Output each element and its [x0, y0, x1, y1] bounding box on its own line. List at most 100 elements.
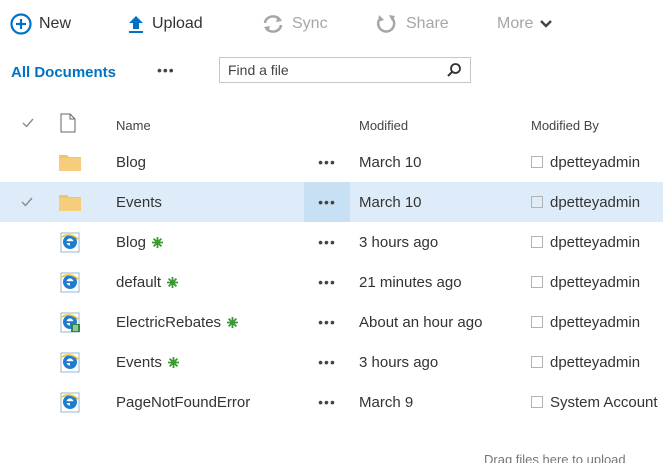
item-ellipsis-button[interactable]: •••: [304, 182, 350, 222]
presence-indicator: [531, 156, 543, 168]
item-ellipsis-button[interactable]: •••: [304, 142, 350, 182]
file-name: PageNotFoundError: [116, 393, 251, 411]
plus-circle-icon: [10, 13, 32, 35]
file-name-link[interactable]: Blog: [116, 222, 164, 262]
select-all-checkmark[interactable]: [21, 116, 35, 133]
presence-indicator: [531, 396, 543, 408]
chevron-down-icon: [539, 19, 553, 29]
share-icon: [373, 13, 399, 35]
row-select-checkmark[interactable]: [20, 222, 40, 262]
file-name-link[interactable]: Events: [116, 182, 162, 222]
file-name-link[interactable]: default: [116, 262, 179, 302]
item-ellipsis-button[interactable]: •••: [304, 302, 350, 342]
table-row[interactable]: default ••• 21 minutes ago dpetteyadmin: [0, 262, 663, 302]
row-select-checkmark[interactable]: [20, 142, 40, 182]
modified-by-user[interactable]: dpetteyadmin: [550, 234, 640, 251]
upload-button[interactable]: Upload: [127, 10, 203, 38]
presence-indicator: [531, 316, 543, 328]
view-options-ellipsis[interactable]: •••: [157, 62, 175, 78]
modified-date: 3 hours ago: [359, 353, 439, 371]
modified-date: March 10: [359, 153, 422, 171]
search-box: [219, 57, 471, 83]
file-name: Events: [116, 193, 162, 211]
search-input[interactable]: [220, 58, 448, 82]
file-name: Blog: [116, 233, 147, 251]
modified-date: 3 hours ago: [359, 233, 439, 251]
presence-indicator: [531, 276, 543, 288]
ie-page-icon: [59, 342, 83, 382]
upload-button-label: Upload: [152, 15, 203, 32]
modified-by-cell: dpetteyadmin: [531, 262, 663, 302]
search-icon[interactable]: [446, 62, 462, 83]
sync-button[interactable]: Sync: [261, 10, 328, 38]
modified-by-user[interactable]: dpetteyadmin: [550, 354, 640, 371]
drag-drop-hint: Drag files here to upload: [484, 452, 626, 463]
modified-by-cell: dpetteyadmin: [531, 182, 663, 222]
row-select-checkmark[interactable]: [20, 342, 40, 382]
file-name-link[interactable]: Events: [116, 342, 179, 382]
modified-date: March 10: [359, 193, 422, 211]
folder-icon: [59, 142, 83, 182]
item-ellipsis-button[interactable]: •••: [304, 342, 350, 382]
row-select-checkmark[interactable]: [20, 182, 40, 222]
table-row[interactable]: Events ••• 3 hours ago dpetteyadmin: [0, 342, 663, 382]
new-item-icon: [167, 356, 179, 368]
presence-indicator: [531, 196, 543, 208]
column-header-name[interactable]: Name: [116, 118, 151, 133]
share-button-label: Share: [406, 15, 449, 32]
column-header-modified[interactable]: Modified: [359, 118, 408, 133]
table-header: Name Modified Modified By: [0, 108, 663, 142]
table-row[interactable]: Events ••• March 10 dpetteyadmin: [0, 182, 663, 222]
row-select-checkmark[interactable]: [20, 262, 40, 302]
item-ellipsis-button[interactable]: •••: [304, 382, 350, 422]
modified-by-user[interactable]: dpetteyadmin: [550, 154, 640, 171]
file-name: Events: [116, 353, 162, 371]
table-row[interactable]: PageNotFoundError ••• March 9 System Accoun…: [0, 382, 663, 422]
new-button[interactable]: New: [10, 10, 71, 38]
modified-by-user[interactable]: dpetteyadmin: [550, 314, 640, 331]
sync-icon: [261, 14, 285, 34]
document-library: New Upload Sync Share More All Documents…: [0, 0, 663, 463]
new-item-icon: [167, 276, 179, 288]
new-button-label: New: [39, 15, 72, 32]
view-selector-all-documents[interactable]: All Documents: [11, 64, 116, 81]
presence-indicator: [531, 356, 543, 368]
modified-by-cell: dpetteyadmin: [531, 302, 663, 342]
modified-by-user[interactable]: dpetteyadmin: [550, 194, 640, 211]
ie-page-icon: [59, 262, 83, 302]
file-name-link[interactable]: Blog: [116, 142, 146, 182]
column-header-modified-by[interactable]: Modified By: [531, 118, 599, 133]
command-bar: New Upload Sync Share More: [0, 0, 663, 52]
file-name: ElectricRebates: [116, 313, 222, 331]
modified-by-user[interactable]: System Account: [550, 394, 658, 411]
modified-date: 21 minutes ago: [359, 273, 462, 291]
view-bar: All Documents •••: [0, 56, 663, 88]
row-select-checkmark[interactable]: [20, 382, 40, 422]
file-name-link[interactable]: ElectricRebates: [116, 302, 239, 342]
new-item-icon: [227, 316, 239, 328]
table-row[interactable]: Blog ••• March 10 dpetteyadmin: [0, 142, 663, 182]
new-item-icon: [152, 236, 164, 248]
modified-by-cell: dpetteyadmin: [531, 342, 663, 382]
modified-by-user[interactable]: dpetteyadmin: [550, 274, 640, 291]
upload-arrow-icon: [127, 14, 145, 34]
sync-button-label: Sync: [292, 15, 328, 32]
file-name: Blog: [116, 153, 147, 171]
row-select-checkmark[interactable]: [20, 302, 40, 342]
modified-by-cell: dpetteyadmin: [531, 222, 663, 262]
modified-by-cell: System Account: [531, 382, 663, 422]
item-ellipsis-button[interactable]: •••: [304, 262, 350, 302]
item-ellipsis-button[interactable]: •••: [304, 222, 350, 262]
modified-date: About an hour ago: [359, 313, 483, 331]
share-button[interactable]: Share: [373, 10, 449, 38]
table-row[interactable]: Blog ••• 3 hours ago dpetteyadmin: [0, 222, 663, 262]
folder-icon: [59, 182, 83, 222]
ie-page-icon: [59, 222, 83, 262]
table-row[interactable]: ElectricRebates ••• About an hour ago dpett…: [0, 302, 663, 342]
modified-date: March 9: [359, 393, 414, 411]
presence-indicator: [531, 236, 543, 248]
file-name-link[interactable]: PageNotFoundError: [116, 382, 250, 422]
file-name: default: [116, 273, 162, 291]
ie-page-icon: [59, 302, 83, 342]
more-button[interactable]: More: [497, 10, 553, 38]
